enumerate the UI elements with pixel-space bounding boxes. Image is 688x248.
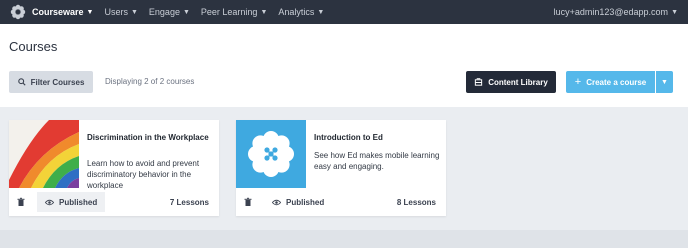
plus-icon: +: [574, 76, 582, 88]
course-title[interactable]: Discrimination in the Workplace: [87, 133, 213, 143]
chevron-down-icon: ▼: [671, 8, 678, 16]
course-count-text: Displaying 2 of 2 courses: [105, 77, 195, 86]
lesson-count: 7 Lessons: [169, 198, 209, 207]
nav-users[interactable]: Users ▼: [104, 7, 137, 17]
publish-status-toggle[interactable]: Published: [264, 192, 332, 212]
course-card-footer: Published 7 Lessons: [9, 192, 219, 212]
trash-icon[interactable]: [16, 197, 26, 207]
chevron-down-icon: ▼: [661, 78, 668, 86]
filter-courses-button[interactable]: Filter Courses: [9, 71, 93, 93]
nav-courseware-label: Courseware: [32, 7, 84, 17]
nav-peer-learning-label: Peer Learning: [200, 7, 258, 17]
chevron-down-icon: ▼: [260, 8, 268, 16]
top-navigation-bar: Courseware ▼ Users ▼ Engage ▼ Peer Learn…: [0, 0, 688, 24]
chevron-down-icon: ▼: [317, 8, 325, 16]
course-description: Learn how to avoid and prevent discrimin…: [87, 159, 200, 190]
course-card[interactable]: Introduction to Ed See how Ed makes mobi…: [236, 120, 446, 216]
user-menu[interactable]: lucy+admin123@edapp.com ▼: [554, 0, 678, 24]
page-header: Courses Filter Courses Displaying 2 of 2…: [0, 24, 688, 107]
course-title[interactable]: Introduction to Ed: [314, 133, 440, 143]
nav-courseware[interactable]: Courseware ▼: [32, 7, 93, 17]
library-icon: [475, 77, 483, 86]
publish-status-toggle[interactable]: Published: [37, 192, 106, 212]
app-logo-icon[interactable]: [10, 4, 26, 20]
create-course-dropdown[interactable]: ▼: [656, 71, 673, 93]
rainbow-flag-image: [9, 120, 79, 188]
content-bottom-strip: [0, 230, 688, 248]
publish-status-label: Published: [286, 197, 325, 207]
content-library-button[interactable]: Content Library: [466, 71, 556, 93]
publish-status-label: Published: [59, 197, 98, 207]
nav-analytics-label: Analytics: [278, 7, 315, 17]
course-card-footer: Published 8 Lessons: [236, 192, 446, 212]
ed-flower-logo: [236, 120, 306, 188]
content-library-label: Content Library: [488, 77, 548, 87]
create-course-label: Create a course: [586, 77, 647, 87]
eye-icon: [272, 199, 281, 205]
nav-users-label: Users: [104, 7, 128, 17]
search-icon: [17, 78, 26, 86]
filter-courses-label: Filter Courses: [30, 77, 85, 87]
course-card[interactable]: Discrimination in the Workplace Learn ho…: [9, 120, 219, 216]
trash-icon[interactable]: [243, 197, 253, 207]
nav-engage-label: Engage: [148, 7, 180, 17]
chevron-down-icon: ▼: [130, 8, 138, 16]
nav-peer-learning[interactable]: Peer Learning ▼: [201, 7, 267, 17]
eye-icon: [45, 199, 54, 205]
chevron-down-icon: ▼: [86, 8, 94, 16]
user-email: lucy+admin123@edapp.com: [553, 7, 669, 17]
page-title: Courses: [9, 39, 58, 54]
lesson-count: 8 Lessons: [396, 198, 436, 207]
nav-engage[interactable]: Engage ▼: [149, 7, 190, 17]
course-description: See how Ed makes mobile learning easy an…: [314, 151, 440, 171]
create-course-button[interactable]: + Create a course: [566, 71, 655, 93]
chevron-down-icon: ▼: [182, 8, 190, 16]
nav-analytics[interactable]: Analytics ▼: [278, 7, 324, 17]
